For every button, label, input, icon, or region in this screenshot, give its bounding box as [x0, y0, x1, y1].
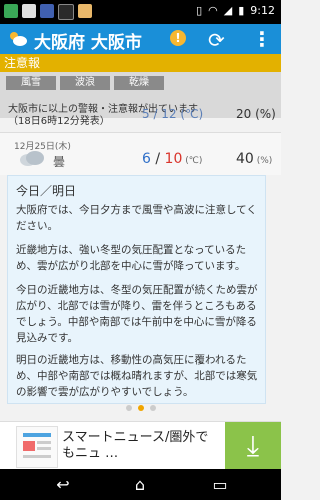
status-bar: ▯ ◠ ◢ ▮ 9:12 — [0, 0, 281, 24]
precipitation-probability: 40 (%) — [236, 151, 272, 167]
home-icon[interactable]: ⌂ — [125, 475, 155, 494]
alert-chip: 乾燥 — [114, 76, 164, 90]
vibrate-icon: ▯ — [196, 4, 203, 17]
navigation-bar: ↩ ⌂ ▭ — [0, 469, 281, 500]
refresh-icon[interactable]: ⟳ — [208, 28, 225, 52]
overflow-menu-icon[interactable]: ⋮ — [252, 27, 272, 51]
pop-value: 40 — [236, 151, 254, 167]
app-icon — [4, 4, 18, 18]
alert-chips: 風雪 波浪 乾燥 — [6, 76, 164, 90]
clock: 9:12 — [250, 4, 275, 17]
back-icon[interactable]: ↩ — [48, 475, 78, 494]
forecast-row-previous: 5 / 12 (℃) 20 (%) — [0, 105, 281, 135]
app-icon — [78, 4, 92, 18]
signal-icon: ◢ — [223, 4, 233, 17]
previous-pop: 20 (%) — [236, 107, 276, 121]
temperature: 6 / 10 (℃) — [142, 151, 202, 167]
alert-chip: 波浪 — [60, 76, 110, 90]
recents-icon[interactable]: ▭ — [205, 475, 235, 494]
system-icons: ▯ ◠ ◢ ▮ 9:12 — [196, 4, 275, 17]
alert-chip: 風雪 — [6, 76, 56, 90]
download-icon[interactable]: ⤓ — [225, 422, 281, 470]
app-icon — [40, 4, 54, 18]
commentary-paragraph: 今日の近畿地方は、冬型の気圧配置が続くため雲が広がり、北部では雪が降り、雷を伴う… — [16, 284, 258, 344]
cloud-icon — [20, 151, 44, 166]
alert-section-label: 注意報 — [4, 56, 41, 70]
ad-text: スマートニュース/圏外でもニュ … — [62, 430, 209, 461]
temp-min: 6 — [142, 151, 151, 167]
card-heading: 今日／明日 — [16, 184, 77, 198]
previous-temps: 5 / 12 (℃) — [142, 107, 204, 121]
page-title: 大阪府 大阪市 — [34, 33, 142, 53]
commentary-paragraph: 近畿地方は、強い冬型の気圧配置となっているため、雲が広がり北部を中心に雪が降って… — [16, 244, 247, 272]
notification-icons — [4, 4, 92, 20]
pop-unit: (%) — [253, 156, 273, 166]
temp-unit: (℃) — [182, 156, 203, 166]
battery-icon: ▮ — [238, 4, 245, 17]
page-dot-active[interactable] — [137, 405, 144, 411]
forecast-row[interactable]: 12月25日(木) 曇 6 / 10 (℃) 40 (%) — [0, 132, 281, 175]
mail-icon — [22, 4, 36, 18]
temp-max: 10 — [164, 151, 183, 167]
ad-banner[interactable]: スマートニュース/圏外でもニュ … ⤓ — [0, 421, 281, 470]
warning-icon[interactable]: ! — [170, 30, 186, 46]
commentary-paragraph: 明日の近畿地方は、移動性の高気圧に覆われるため、中部や南部では概ね晴れますが、北… — [16, 354, 258, 398]
page-dot[interactable] — [149, 405, 156, 411]
page-dot[interactable] — [125, 405, 132, 411]
weather-label: 曇 — [53, 155, 66, 169]
temp-slash: / — [150, 151, 165, 167]
commentary-paragraph: 大阪府では、今日夕方まで風雪や高波に注意してください。 — [16, 204, 257, 232]
wifi-icon: ◠ — [208, 4, 218, 17]
news-app-icon — [16, 426, 58, 468]
app-icon — [58, 4, 74, 20]
alert-header: 注意報 — [0, 54, 281, 72]
weather-logo-icon — [10, 32, 27, 46]
forecast-commentary-card[interactable]: 今日／明日 大阪府では、今日夕方まで風雪や高波に注意してください。 近畿地方は、… — [7, 175, 266, 404]
app-bar: 大阪府 大阪市 ! ⟳ ⋮ — [0, 24, 281, 54]
page-indicator — [0, 405, 281, 415]
